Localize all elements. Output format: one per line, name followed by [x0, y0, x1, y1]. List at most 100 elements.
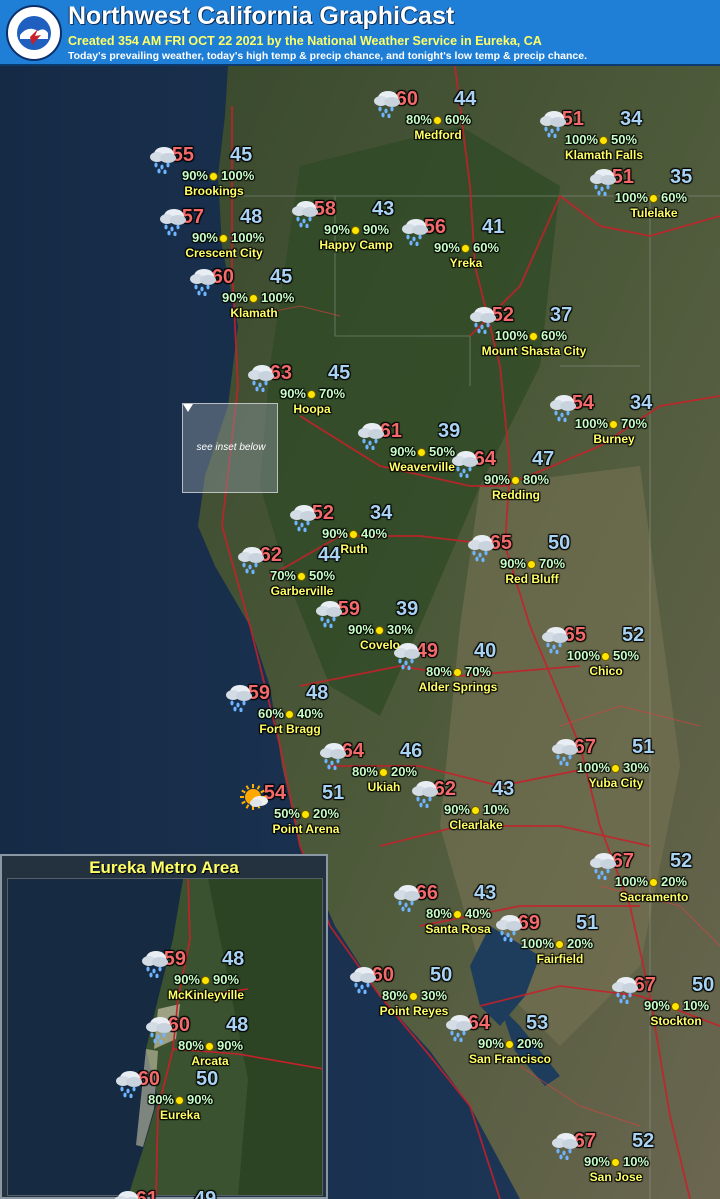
low-temp: 52: [622, 624, 645, 646]
city-forecast: 52 37 100% 60% Mount Shasta City: [468, 304, 598, 366]
city-forecast: 65 52 100% 50% Chico: [540, 624, 670, 686]
city-name: Fairfield: [536, 952, 584, 966]
night-precip-chance: 20%: [313, 806, 340, 821]
city-location-dot: [453, 668, 462, 677]
city-name: Brookings: [184, 184, 244, 198]
low-temp: 50: [430, 964, 453, 986]
city-location-dot: [601, 652, 610, 661]
night-precip-chance: 50%: [309, 568, 336, 583]
low-temp: 44: [454, 88, 477, 110]
city-location-dot: [409, 992, 418, 1001]
day-precip-chance: 100%: [566, 648, 600, 663]
city-location-dot: [297, 572, 306, 581]
night-precip-chance: 70%: [621, 416, 648, 431]
day-precip-chance: 90%: [433, 240, 460, 255]
city-location-dot: [307, 390, 316, 399]
city-location-dot: [205, 1042, 214, 1051]
city-location-dot: [527, 560, 536, 569]
city-location-dot: [609, 420, 618, 429]
inset-locator-label: see inset below: [196, 442, 266, 453]
city-name: Klamath Falls: [564, 148, 644, 162]
night-precip-chance: 100%: [221, 168, 255, 183]
night-precip-chance: 100%: [261, 290, 295, 305]
city-location-dot: [249, 294, 258, 303]
city-name: Yuba City: [588, 776, 644, 790]
city-forecast: 67 50 90% 10% Stockton: [610, 974, 720, 1036]
day-precip-chance: 50%: [273, 806, 300, 821]
day-precip-chance: 80%: [381, 988, 408, 1003]
city-location-dot: [219, 234, 228, 243]
day-precip-chance: 60%: [257, 706, 284, 721]
low-temp: 37: [550, 304, 573, 326]
night-precip-chance: 10%: [623, 1154, 650, 1169]
city-forecast: 60 48 80% 90% Arcata: [144, 1014, 274, 1076]
city-location-dot: [611, 764, 620, 773]
day-precip-chance: 90%: [483, 472, 510, 487]
night-precip-chance: 60%: [445, 112, 472, 127]
low-temp: 49: [194, 1188, 217, 1199]
city-name: Hoopa: [293, 402, 331, 416]
day-precip-chance: 80%: [351, 764, 378, 779]
night-precip-chance: 20%: [567, 936, 594, 951]
day-precip-chance: 80%: [147, 1092, 174, 1107]
day-precip-chance: 90%: [323, 222, 350, 237]
low-temp: 51: [322, 782, 345, 804]
day-precip-chance: 90%: [583, 1154, 610, 1169]
city-location-dot: [375, 626, 384, 635]
city-forecast: 54 51 50% 20% Point Arena: [240, 782, 370, 844]
city-forecast: 54 34 100% 70% Burney: [548, 392, 678, 454]
low-temp: 45: [328, 362, 351, 384]
city-location-dot: [175, 1096, 184, 1105]
day-precip-chance: 90%: [181, 168, 208, 183]
city-name: Sacramento: [619, 890, 689, 904]
low-temp: 48: [226, 1014, 249, 1036]
city-forecast: 67 51 100% 30% Yuba City: [550, 736, 680, 798]
night-precip-chance: 100%: [231, 230, 265, 245]
night-precip-chance: 60%: [661, 190, 688, 205]
low-temp: 46: [400, 740, 423, 762]
night-precip-chance: 60%: [473, 240, 500, 255]
low-temp: 34: [370, 502, 393, 524]
night-precip-chance: 40%: [361, 526, 388, 541]
city-name: Yreka: [449, 256, 483, 270]
day-precip-chance: 100%: [576, 760, 610, 775]
city-name: Red Bluff: [505, 572, 559, 586]
city-location-dot: [285, 710, 294, 719]
city-forecast: 67 52 90% 10% San Jose: [550, 1130, 680, 1192]
city-name: Redding: [492, 488, 540, 502]
city-name: Fort Bragg: [259, 722, 321, 736]
low-temp: 45: [230, 144, 253, 166]
night-precip-chance: 70%: [465, 664, 492, 679]
day-precip-chance: 90%: [347, 622, 374, 637]
night-precip-chance: 50%: [611, 132, 638, 147]
city-name: Stockton: [650, 1014, 702, 1028]
city-location-dot: [209, 172, 218, 181]
city-forecast: 59 48 90% 90% McKinleyville: [140, 948, 270, 1010]
city-location-dot: [349, 530, 358, 539]
city-location-dot: [511, 476, 520, 485]
day-precip-chance: 90%: [321, 526, 348, 541]
city-location-dot: [599, 136, 608, 145]
night-precip-chance: 90%: [363, 222, 390, 237]
city-location-dot: [351, 226, 360, 235]
night-precip-chance: 20%: [391, 764, 418, 779]
city-location-dot: [505, 1040, 514, 1049]
city-name: Arcata: [191, 1054, 229, 1068]
city-location-dot: [611, 1158, 620, 1167]
day-precip-chance: 90%: [221, 290, 248, 305]
city-location-dot: [649, 878, 658, 887]
city-forecast: 614960%70%Fortuna: [112, 1188, 242, 1199]
day-precip-chance: 100%: [564, 132, 598, 147]
city-forecast: 60 44 80% 60% Medford: [372, 88, 502, 150]
city-location-dot: [555, 940, 564, 949]
day-precip-chance: 90%: [443, 802, 470, 817]
low-temp: 34: [620, 108, 643, 130]
city-name: San Francisco: [468, 1052, 552, 1066]
city-forecast: 62 44 70% 50% Garberville: [236, 544, 366, 606]
night-precip-chance: 10%: [683, 998, 710, 1013]
city-forecast: 59 48 60% 40% Fort Bragg: [224, 682, 354, 744]
city-forecast: 64 47 90% 80% Redding: [450, 448, 580, 510]
low-temp: 52: [632, 1130, 655, 1152]
day-precip-chance: 90%: [389, 444, 416, 459]
city-name: McKinleyville: [167, 988, 245, 1002]
